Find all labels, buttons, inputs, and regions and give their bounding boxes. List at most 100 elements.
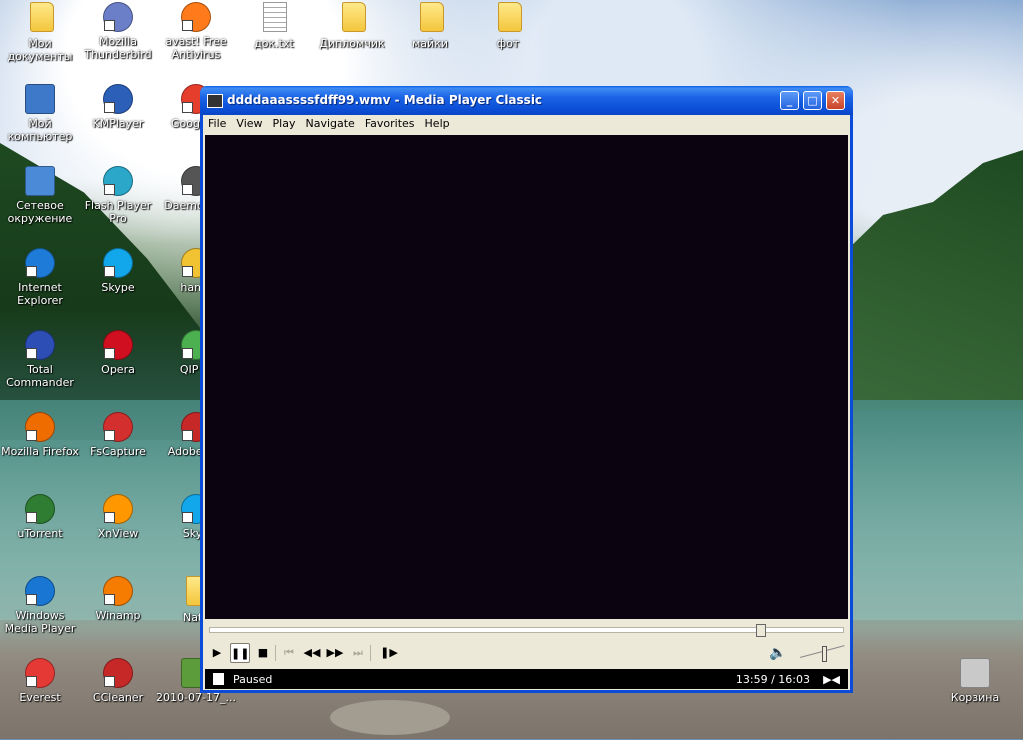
- desktop-icon-label: фот: [496, 37, 520, 50]
- desktop-icon-windows-media-player[interactable]: Windows Media Player: [0, 576, 80, 635]
- desktop-icon-fot[interactable]: фот: [468, 2, 548, 50]
- stop-button[interactable]: ■: [253, 643, 273, 663]
- menu-play[interactable]: Play: [268, 115, 301, 130]
- xnview-icon: [103, 494, 133, 524]
- title-bar[interactable]: ddddaaassssfdff99.wmv - Media Player Cla…: [200, 86, 853, 115]
- rewind-button[interactable]: ◀◀: [302, 643, 322, 663]
- mozilla-firefox-icon: [25, 412, 55, 442]
- maximize-button[interactable]: □: [803, 91, 822, 110]
- desktop-icon-label: Mozilla Firefox: [1, 445, 79, 458]
- time-readout: 13:59 / 16:03: [735, 673, 810, 686]
- desktop-icon-label: Windows Media Player: [4, 609, 76, 635]
- file-type-icon: [213, 673, 224, 685]
- desktop-icon-label: XnView: [97, 527, 139, 540]
- desktop-icon-moi-dokumenty[interactable]: Мои документы: [0, 2, 80, 63]
- desktop-icon-label: Мои документы: [7, 37, 73, 63]
- network-icon: ▶◀: [823, 673, 840, 686]
- video-area[interactable]: [205, 135, 848, 619]
- desktop-icon-internet-explorer[interactable]: Internet Explorer: [0, 248, 80, 307]
- desktop-icon-utorrent[interactable]: uTorrent: [0, 494, 80, 540]
- desktop-icon-setevoe-okruzhenie[interactable]: Сетевое окружение: [0, 166, 80, 225]
- desktop-icon-label: KMPlayer: [92, 117, 144, 130]
- thunderbird-icon: [103, 2, 133, 32]
- desktop-icon-label: Flash Player Pro: [84, 199, 152, 225]
- play-button[interactable]: ▶: [207, 643, 227, 663]
- fot-icon: [492, 2, 524, 34]
- desktop-icon-label: Мой компьютер: [7, 117, 73, 143]
- seek-bar[interactable]: [209, 624, 844, 637]
- dok-txt-icon: [258, 2, 290, 34]
- desktop-icon-diplomchik[interactable]: Дипломчик: [312, 2, 392, 50]
- winamp-icon: [103, 576, 133, 606]
- desktop-icon-kmplayer[interactable]: KMPlayer: [78, 84, 158, 130]
- volume-slider[interactable]: [799, 643, 848, 663]
- desktop-icon-ccleaner[interactable]: CCleaner: [78, 658, 158, 704]
- desktop-icon-skype[interactable]: Skype: [78, 248, 158, 294]
- desktop-icon-label: Сетевое окружение: [7, 199, 73, 225]
- maiki-icon: [414, 2, 446, 34]
- seek-thumb[interactable]: [755, 624, 766, 637]
- internet-explorer-icon: [25, 248, 55, 278]
- frame-step-button[interactable]: ❚▶: [379, 643, 399, 663]
- windows-media-player-icon: [25, 576, 55, 606]
- close-button[interactable]: ✕: [826, 91, 845, 110]
- menu-bar: File View Play Navigate Favorites Help: [203, 115, 850, 134]
- menu-navigate[interactable]: Navigate: [300, 115, 359, 130]
- everest-icon: [25, 658, 55, 688]
- desktop-icon-flash-player-pro[interactable]: Flash Player Pro: [78, 166, 158, 225]
- desktop-icon-winamp[interactable]: Winamp: [78, 576, 158, 622]
- avast-icon: [181, 2, 211, 32]
- skype-icon: [103, 248, 133, 278]
- minimize-button[interactable]: _: [780, 91, 799, 110]
- desktop-icon-everest[interactable]: Everest: [0, 658, 80, 704]
- ccleaner-icon: [103, 658, 133, 688]
- desktop-icon-fscapture[interactable]: FsCapture: [78, 412, 158, 458]
- opera-icon: [103, 330, 133, 360]
- forward-button[interactable]: ▶▶: [325, 643, 345, 663]
- desktop-icon-label: Everest: [19, 691, 61, 704]
- desktop-icon-avast[interactable]: avast! Free Antivirus: [156, 2, 236, 61]
- desktop-icon-label: FsCapture: [90, 445, 146, 458]
- volume-speaker-icon[interactable]: 🔈: [768, 643, 788, 663]
- menu-file[interactable]: File: [203, 115, 231, 130]
- desktop-icon-opera[interactable]: Opera: [78, 330, 158, 376]
- desktop-icon-xnview[interactable]: XnView: [78, 494, 158, 540]
- desktop-icon-label: Mozilla Thunderbird: [84, 35, 152, 61]
- desktop-icon-label: майки: [412, 37, 448, 50]
- toolbar-separator: [275, 645, 276, 661]
- previous-button[interactable]: ⏮: [279, 643, 299, 663]
- status-bar: Paused 13:59 / 16:03 ▶◀: [205, 669, 848, 689]
- desktop-icon-dok-txt[interactable]: док.txt: [234, 2, 314, 50]
- volume-knob[interactable]: [821, 646, 827, 662]
- wallpaper-mountain-right: [823, 150, 1023, 410]
- menu-view[interactable]: View: [231, 115, 267, 130]
- korzina-icon: [960, 658, 990, 688]
- menu-help[interactable]: Help: [420, 115, 455, 130]
- desktop-icon-maiki[interactable]: майки: [390, 2, 470, 50]
- desktop-icon-korzina[interactable]: Корзина: [935, 658, 1015, 704]
- kmplayer-icon: [103, 84, 133, 114]
- desktop-icon-total-commander[interactable]: Total Commander: [0, 330, 80, 389]
- desktop-icon-label: uTorrent: [17, 527, 63, 540]
- pause-button[interactable]: ❚❚: [230, 643, 250, 663]
- desktop-icon-thunderbird[interactable]: Mozilla Thunderbird: [78, 2, 158, 61]
- moi-dokumenty-icon: [24, 2, 56, 34]
- desktop-icon-label: Дипломчик: [319, 37, 385, 50]
- desktop-icon-label: avast! Free Antivirus: [165, 35, 227, 61]
- desktop-icon-mozilla-firefox[interactable]: Mozilla Firefox: [0, 412, 80, 458]
- fscapture-icon: [103, 412, 133, 442]
- desktop-icon-label: Skype: [101, 281, 135, 294]
- desktop-icon-label: CCleaner: [92, 691, 144, 704]
- media-player-window[interactable]: ddddaaassssfdff99.wmv - Media Player Cla…: [200, 86, 853, 693]
- total-commander-icon: [25, 330, 55, 360]
- setevoe-okruzhenie-icon: [25, 166, 55, 196]
- desktop-icon-label: Opera: [101, 363, 135, 376]
- playback-state: Paused: [233, 673, 273, 686]
- toolbar-separator: [370, 645, 371, 661]
- diplomchik-icon: [336, 2, 368, 34]
- mpc-app-icon: [207, 94, 223, 108]
- desktop-icon-moi-kompyuter[interactable]: Мой компьютер: [0, 84, 80, 143]
- next-button[interactable]: ⏭: [348, 643, 368, 663]
- desktop-icon-label: Корзина: [950, 691, 1000, 704]
- menu-favorites[interactable]: Favorites: [360, 115, 420, 130]
